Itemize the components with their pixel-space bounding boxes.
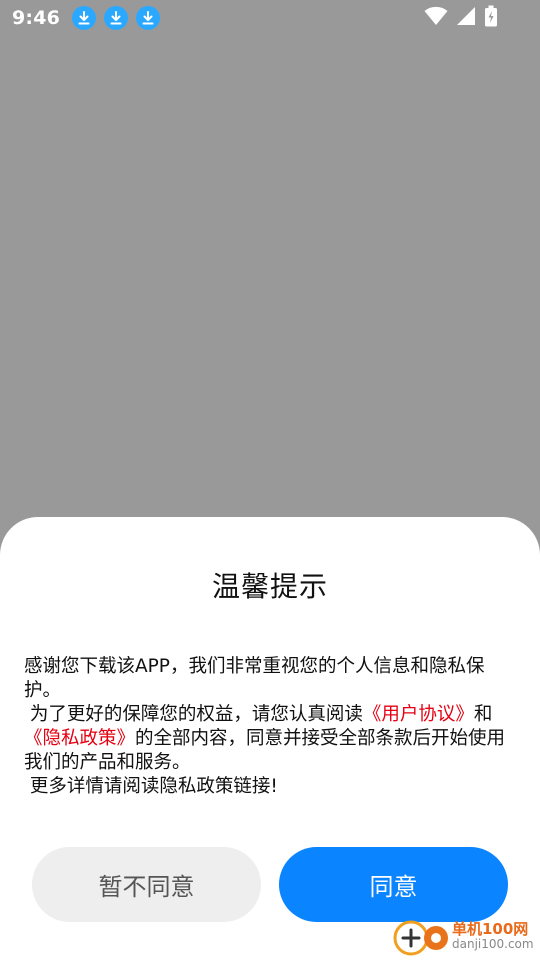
download-icon	[104, 6, 129, 30]
download-icon	[136, 6, 161, 30]
status-right	[424, 5, 498, 31]
user-agreement-link[interactable]: 《用户协议》	[363, 704, 474, 725]
agree-button[interactable]: 同意	[279, 847, 508, 922]
cell-signal-icon	[456, 6, 476, 30]
status-bar: 9:46	[0, 0, 540, 36]
status-left: 9:46	[12, 6, 161, 30]
battery-charging-icon	[484, 5, 498, 31]
dialog-title: 温馨提示	[211, 570, 328, 603]
watermark-logo	[392, 917, 450, 957]
watermark: 单机100网 danji100.com	[392, 917, 538, 957]
wifi-icon	[424, 6, 448, 30]
decline-button[interactable]: 暂不同意	[32, 847, 261, 922]
download-icon	[72, 6, 97, 30]
watermark-text: 单机100网 danji100.com	[452, 922, 534, 952]
watermark-name: 单机100网	[452, 920, 529, 938]
clock: 9:46	[12, 7, 61, 29]
dialog-message: 感谢您下载该APP，我们非常重视您的个人信息和隐私保护。 为了更好的保障您的权益…	[24, 655, 518, 799]
privacy-dialog: 温馨提示 感谢您下载该APP，我们非常重视您的个人信息和隐私保护。 为了更好的保…	[0, 517, 540, 960]
privacy-policy-link[interactable]: 《隐私政策》	[24, 728, 135, 749]
message-and: 和	[473, 704, 493, 725]
watermark-domain: danji100.com	[452, 937, 534, 951]
